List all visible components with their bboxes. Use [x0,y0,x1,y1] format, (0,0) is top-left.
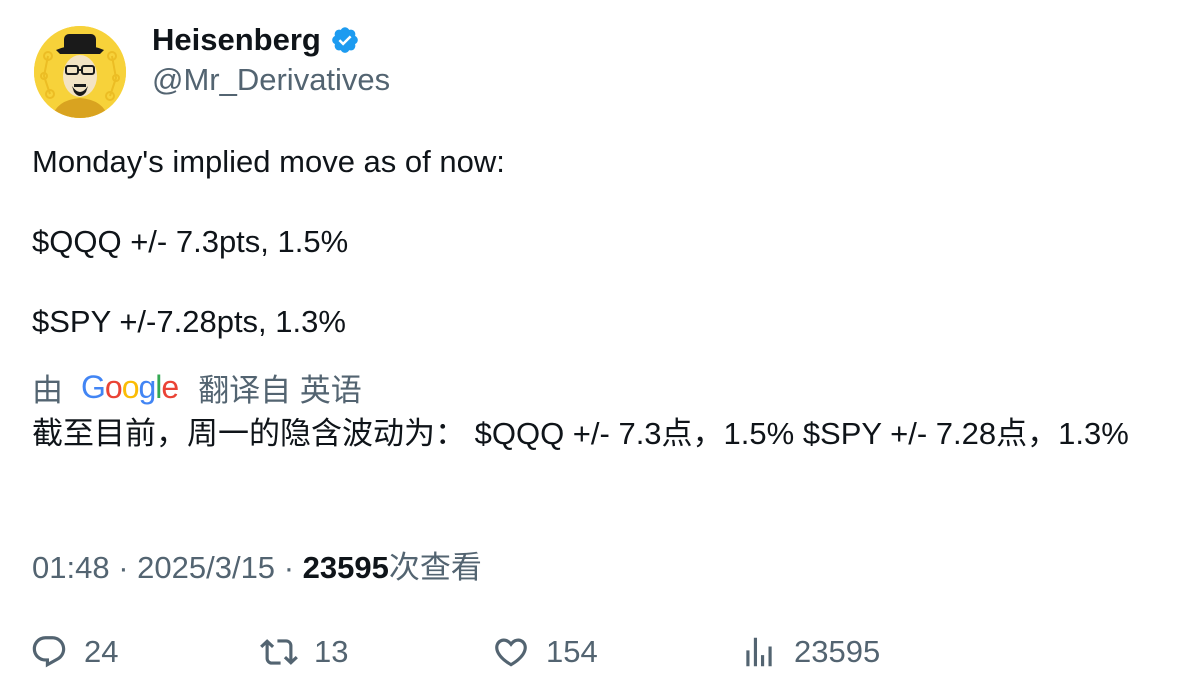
google-logo: Google [81,368,179,405]
translation-attribution: 由 Google 翻译自 英语 [32,366,362,408]
like-count: 154 [546,634,598,669]
tweet-card: Heisenberg @Mr_Derivatives Monday's impl… [0,0,1196,698]
reply-icon [32,636,66,668]
views-button[interactable]: 23595 [740,628,880,676]
reply-count: 24 [84,634,119,669]
views-label: 次查看 [388,550,482,585]
views-chart-icon [746,637,772,667]
meta-separator: · [118,550,138,585]
action-bar: 24 13 154 23595 [30,628,1170,676]
retweet-count: 13 [314,634,349,669]
translated-by-label: 由 [32,372,63,408]
tweet-text: Monday's implied move as of now: $QQQ +/… [32,142,1162,342]
tweet-line: $SPY +/-7.28pts, 1.3% [32,304,346,339]
like-button[interactable]: 154 [492,628,598,676]
tweet-meta: 01:48 · 2025/3/15 · 23595次查看 [32,542,482,587]
tweet-time[interactable]: 01:48 [32,550,110,585]
author-handle[interactable]: @Mr_Derivatives [152,62,390,98]
meta-separator: · [283,550,303,585]
views-action-count: 23595 [794,634,881,669]
like-icon [495,638,527,667]
tweet-line: $QQQ +/- 7.3pts, 1.5% [32,224,349,259]
tweet-date[interactable]: 2025/3/15 [137,550,275,585]
retweet-icon [260,639,298,665]
translated-from-label[interactable]: 翻译自 英语 [198,365,362,410]
views-count: 23595 [302,550,389,585]
retweet-button[interactable]: 13 [260,628,348,676]
verified-badge-icon[interactable] [330,25,360,55]
avatar[interactable] [34,26,126,118]
tweet-line: Monday's implied move as of now: [32,144,505,179]
translated-text: 截至目前，周一的隐含波动为： $QQQ +/- 7.3点，1.5% $SPY +… [32,416,1129,451]
reply-button[interactable]: 24 [30,628,118,676]
author-display-name[interactable]: Heisenberg [152,22,321,58]
author-name-row: Heisenberg [152,22,360,58]
